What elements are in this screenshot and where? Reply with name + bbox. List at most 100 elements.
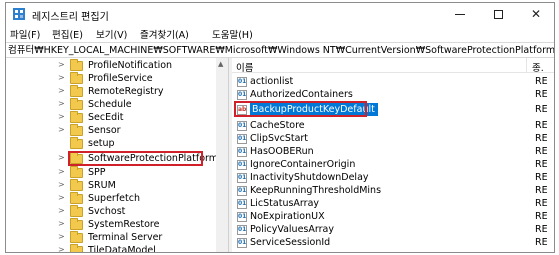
folder-icon — [70, 124, 83, 136]
folder-icon — [70, 59, 83, 71]
value-type: RE — [535, 76, 548, 87]
value-row[interactable]: 01 AuthorizedContainers RE — [232, 88, 554, 101]
tree-item[interactable]: > SystemRestore — [6, 218, 216, 231]
menu-file[interactable]: 파일(F) — [10, 27, 40, 41]
folder-icon — [70, 111, 83, 123]
value-type: RE — [535, 185, 548, 196]
tree-item[interactable]: > TileDataModel — [6, 244, 216, 252]
tree-item[interactable]: > Sensor — [6, 124, 216, 137]
menu-view[interactable]: 보기(V) — [96, 27, 127, 41]
expand-chevron-icon[interactable]: > — [58, 125, 65, 134]
tree-item[interactable]: > SPP — [6, 166, 216, 179]
binary-value-icon: 01 — [237, 77, 247, 87]
menu-bar: 파일(F) 편집(E) 보기(V) 즐겨찾기(A) 도움말(H) — [6, 25, 554, 42]
tree-item[interactable]: > SecEdit — [6, 111, 216, 124]
value-row[interactable]: 01 CacheStore RE — [232, 119, 554, 132]
value-name: NoExpirationUX — [250, 211, 325, 222]
column-divider[interactable] — [526, 58, 527, 73]
value-row[interactable]: 01 actionlist RE — [232, 75, 554, 88]
value-row[interactable]: 01 ClipSvcStart RE — [232, 132, 554, 145]
list-header: 이름 종. — [232, 58, 554, 74]
menu-edit[interactable]: 편집(E) — [52, 27, 83, 41]
expand-chevron-icon[interactable]: > — [58, 112, 65, 121]
value-name: LicStatusArray — [250, 198, 320, 209]
expand-chevron-icon[interactable]: > — [58, 180, 65, 189]
expand-chevron-icon[interactable]: > — [58, 206, 65, 215]
column-header-name[interactable]: 이름 — [236, 60, 253, 74]
expand-chevron-icon[interactable]: > — [58, 153, 65, 162]
expand-chevron-icon[interactable]: > — [58, 86, 65, 95]
value-name: KeepRunningThresholdMins — [250, 185, 382, 196]
tree-item-label: SystemRestore — [88, 219, 160, 230]
binary-value-icon: 01 — [237, 186, 247, 196]
binary-value-icon: 01 — [237, 160, 247, 170]
list-highlight-box — [234, 101, 367, 117]
tree-item-label: Terminal Server — [88, 232, 163, 243]
tree-item-label: SecEdit — [88, 112, 124, 123]
tree-item[interactable]: > RemoteRegistry — [6, 85, 216, 98]
folder-icon — [70, 85, 83, 97]
tree-item[interactable]: setup — [6, 137, 216, 150]
close-button[interactable]: ✕ — [518, 3, 554, 25]
registry-editor-window: 레지스트리 편집기 ✕ 파일(F) 편집(E) 보기(V) 즐겨찾기(A) 도움… — [5, 2, 555, 253]
value-row[interactable]: 01 LicStatusArray RE — [232, 197, 554, 210]
tree-scrollbar[interactable]: ▲ — [216, 58, 228, 252]
value-row[interactable]: 01 InactivityShutdownDelay RE — [232, 171, 554, 184]
folder-icon — [70, 166, 83, 178]
expand-chevron-icon[interactable]: > — [58, 219, 65, 228]
expand-chevron-icon[interactable]: > — [58, 73, 65, 82]
maximize-icon — [493, 10, 503, 19]
expand-chevron-icon[interactable]: > — [58, 193, 65, 202]
tree-item[interactable]: > Superfetch — [6, 192, 216, 205]
tree-item[interactable]: > SRUM — [6, 179, 216, 192]
value-row[interactable]: 01 ServiceSessionId RE — [232, 236, 554, 249]
folder-icon — [70, 244, 83, 252]
folder-icon — [70, 137, 83, 149]
value-type: RE — [535, 146, 548, 157]
menu-help[interactable]: 도움말(H) — [212, 27, 253, 41]
value-type: RE — [535, 237, 548, 248]
value-type: RE — [535, 159, 548, 170]
folder-icon — [70, 179, 83, 191]
expand-chevron-icon[interactable]: > — [58, 60, 65, 69]
value-row[interactable]: 01 NoExpirationUX RE — [232, 210, 554, 223]
tree-item[interactable]: > Schedule — [6, 98, 216, 111]
value-type: RE — [535, 211, 548, 222]
binary-value-icon: 01 — [237, 225, 247, 235]
binary-value-icon: 01 — [237, 173, 247, 183]
binary-value-icon: 01 — [237, 90, 247, 100]
tree-item-label: SPP — [88, 167, 106, 178]
tree-item[interactable]: > ProfileNotification — [6, 59, 216, 72]
binary-value-icon: 01 — [237, 199, 247, 209]
value-type: RE — [535, 120, 548, 131]
tree-item-label: ProfileService — [88, 73, 153, 84]
value-name: ServiceSessionId — [250, 237, 331, 248]
folder-icon — [70, 98, 83, 110]
value-row[interactable]: 01 HasOOBERun RE — [232, 145, 554, 158]
tree-pane: > ProfileNotification > ProfileService >… — [6, 58, 228, 252]
binary-value-icon: 01 — [237, 134, 247, 144]
tree-item-label: Svchost — [88, 206, 126, 217]
expand-chevron-icon[interactable]: > — [58, 245, 65, 252]
tree-item[interactable]: > ProfileService — [6, 72, 216, 85]
minimize-button[interactable] — [442, 3, 478, 25]
expand-chevron-icon[interactable]: > — [58, 232, 65, 241]
value-name: PolicyValuesArray — [250, 224, 334, 235]
folder-icon — [70, 218, 83, 230]
expand-chevron-icon[interactable]: > — [58, 99, 65, 108]
value-type: RE — [535, 133, 548, 144]
value-row[interactable]: 01 KeepRunningThresholdMins RE — [232, 184, 554, 197]
column-header-type[interactable]: 종. — [532, 60, 544, 74]
value-row[interactable]: 01 IgnoreContainerOrigin RE — [232, 158, 554, 171]
minimize-icon — [455, 14, 465, 15]
value-name: IgnoreContainerOrigin — [250, 159, 356, 170]
tree-item[interactable]: > Svchost — [6, 205, 216, 218]
address-bar[interactable]: 컴퓨터₩HKEY_LOCAL_MACHINE₩SOFTWARE₩Microsof… — [6, 42, 554, 58]
expand-chevron-icon[interactable]: > — [58, 167, 65, 176]
maximize-button[interactable] — [480, 3, 516, 25]
tree-item[interactable]: > Terminal Server — [6, 231, 216, 244]
scroll-up-icon[interactable]: ▲ — [218, 60, 223, 68]
tree-item-label: Schedule — [88, 99, 132, 110]
menu-favorites[interactable]: 즐겨찾기(A) — [140, 27, 189, 41]
value-row[interactable]: 01 PolicyValuesArray RE — [232, 223, 554, 236]
